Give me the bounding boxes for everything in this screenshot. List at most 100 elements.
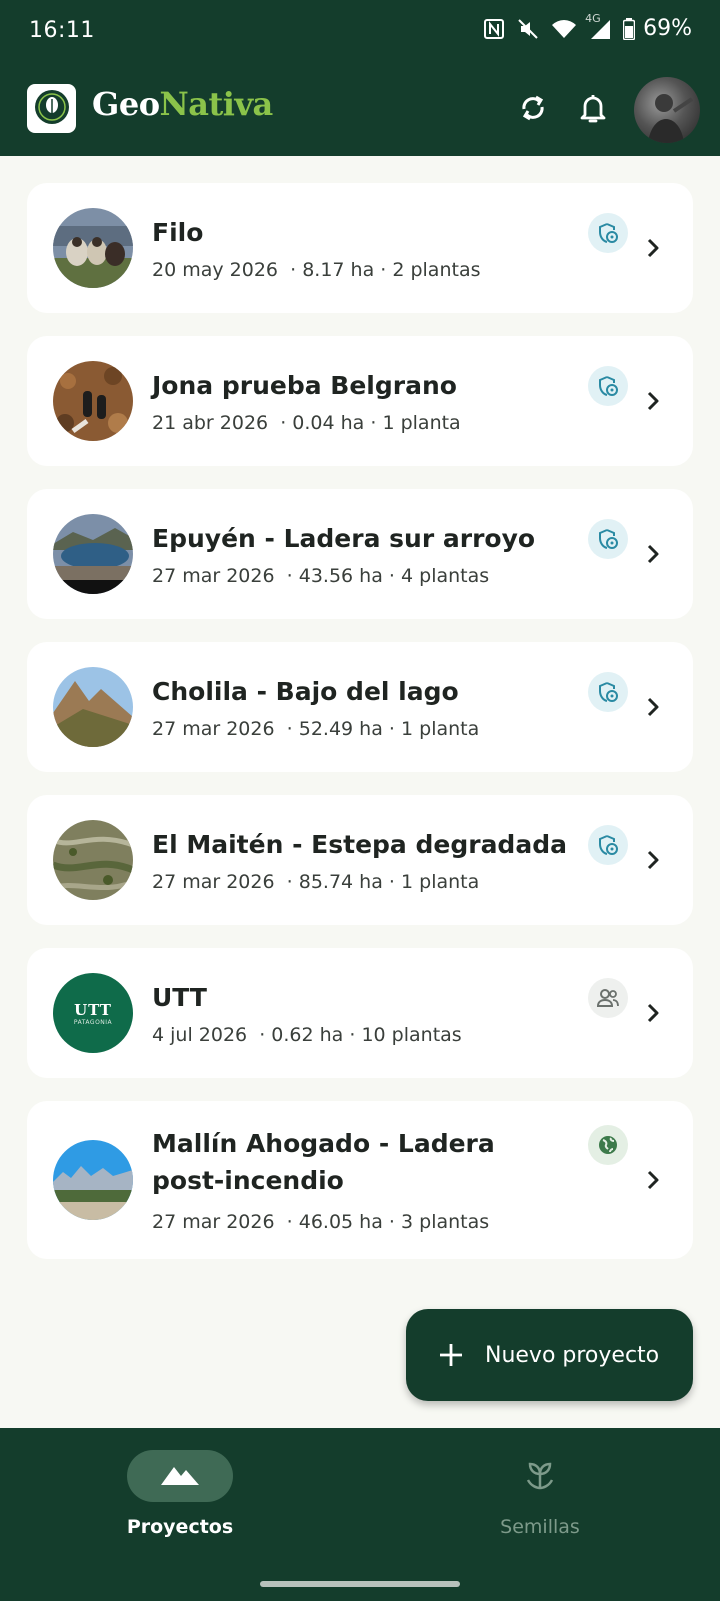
project-title: El Maitén - Estepa degradada: [152, 830, 567, 859]
nav-pill: [487, 1450, 593, 1502]
home-indicator: [260, 1581, 460, 1587]
public-globe-icon: [588, 1125, 628, 1165]
project-area: 0.62 ha: [271, 1024, 344, 1046]
project-card[interactable]: Jona prueba Belgrano 21 abr 2026 · 0.04 h…: [27, 336, 693, 466]
brand-geo: Geo: [92, 85, 160, 123]
nav-item-semillas[interactable]: Semillas: [440, 1450, 640, 1538]
chevron-right-icon[interactable]: [638, 692, 668, 722]
project-date: 27 mar 2026: [152, 1211, 275, 1233]
new-project-label: Nuevo proyecto: [485, 1342, 660, 1368]
project-title: Cholila - Bajo del lago: [152, 677, 459, 706]
project-thumbnail: [53, 820, 133, 900]
project-meta: 27 mar 2026 · 52.49 ha · 1 planta: [152, 718, 480, 740]
project-area: 8.17 ha: [302, 259, 375, 281]
project-date: 27 mar 2026: [152, 871, 275, 893]
private-shield-icon: [588, 672, 628, 712]
chevron-right-icon[interactable]: [638, 1165, 668, 1195]
chevron-right-icon[interactable]: [638, 845, 668, 875]
new-project-button[interactable]: Nuevo proyecto: [406, 1309, 693, 1401]
project-thumbnail: UTT PATAGONIA: [53, 973, 133, 1053]
project-area: 43.56 ha: [298, 565, 383, 587]
chevron-right-icon[interactable]: [638, 233, 668, 263]
project-area: 85.74 ha: [298, 871, 383, 893]
project-card[interactable]: Filo 20 may 2026 · 8.17 ha · 2 plantas: [27, 183, 693, 313]
project-title: Filo: [152, 218, 204, 247]
mountains-icon: [161, 1463, 199, 1489]
project-date: 27 mar 2026: [152, 565, 275, 587]
project-meta: 27 mar 2026 · 46.05 ha · 3 plantas: [152, 1211, 490, 1233]
signal-icon: 4G: [585, 12, 611, 40]
shared-group-icon: [588, 978, 628, 1018]
private-shield-icon: [588, 366, 628, 406]
project-meta: 4 jul 2026 · 0.62 ha · 10 plantas: [152, 1024, 462, 1046]
battery-icon: [623, 17, 636, 40]
project-date: 20 may 2026: [152, 259, 279, 281]
user-avatar[interactable]: [634, 77, 700, 143]
project-title: Jona prueba Belgrano: [152, 371, 457, 400]
project-title: UTT: [152, 983, 207, 1012]
project-thumbnail: [53, 667, 133, 747]
project-title: Epuyén - Ladera sur arroyo: [152, 524, 536, 553]
private-shield-icon: [588, 825, 628, 865]
utt-logo-subtext: PATAGONIA: [73, 1018, 113, 1026]
nfc-icon: [483, 18, 505, 40]
project-area: 46.05 ha: [298, 1211, 383, 1233]
mute-icon: [517, 18, 539, 40]
project-plants: 10 plantas: [361, 1024, 462, 1046]
project-plants: 4 plantas: [401, 565, 490, 587]
bottom-navigation: Proyectos Semillas: [0, 1428, 720, 1601]
project-meta: 21 abr 2026 · 0.04 ha · 1 planta: [152, 412, 461, 434]
tree-logo-icon: [33, 88, 71, 130]
sprout-icon: [522, 1456, 558, 1496]
project-card[interactable]: El Maitén - Estepa degradada 27 mar 2026 …: [27, 795, 693, 925]
project-plants: 1 planta: [382, 412, 461, 434]
project-thumbnail: [53, 514, 133, 594]
project-card[interactable]: UTT PATAGONIA UTT 4 jul 2026 · 0.62 ha · 10…: [27, 948, 693, 1078]
sync-button[interactable]: [511, 88, 555, 132]
status-icons: 4G 69%: [483, 12, 692, 41]
project-title: Mallín Ahogado - Ladera post-incendio: [152, 1129, 495, 1195]
project-card[interactable]: Epuyén - Ladera sur arroyo 27 mar 2026 · …: [27, 489, 693, 619]
nav-pill-active: [127, 1450, 233, 1502]
project-date: 21 abr 2026: [152, 412, 269, 434]
project-area: 0.04 ha: [292, 412, 365, 434]
private-shield-icon: [588, 213, 628, 253]
project-meta: 27 mar 2026 · 43.56 ha · 4 plantas: [152, 565, 490, 587]
project-thumbnail: [53, 208, 133, 288]
project-plants: 2 plantas: [392, 259, 481, 281]
project-card[interactable]: Mallín Ahogado - Ladera post-incendio 27 …: [27, 1101, 693, 1259]
project-thumbnail: [53, 361, 133, 441]
battery-percent: 69%: [643, 16, 692, 41]
nav-label-semillas: Semillas: [500, 1516, 580, 1538]
app-bar: GeoNativa: [0, 64, 720, 156]
project-thumbnail: [53, 1140, 133, 1220]
project-list: Filo 20 may 2026 · 8.17 ha · 2 plantas Jon…: [0, 156, 720, 1428]
project-meta: 20 may 2026 · 8.17 ha · 2 plantas: [152, 259, 481, 281]
utt-logo-text: UTT: [74, 1000, 112, 1019]
bell-icon: [578, 92, 608, 128]
project-plants: 1 planta: [401, 718, 480, 740]
project-date: 27 mar 2026: [152, 718, 275, 740]
nav-label-proyectos: Proyectos: [126, 1516, 234, 1538]
network-type: 4G: [585, 11, 601, 25]
status-time: 16:11: [29, 18, 95, 43]
sync-icon: [517, 92, 549, 128]
chevron-right-icon[interactable]: [638, 539, 668, 569]
notifications-button[interactable]: [571, 88, 615, 132]
brand-nativa: Nativa: [159, 85, 274, 123]
project-date: 4 jul 2026: [152, 1024, 248, 1046]
chevron-right-icon[interactable]: [638, 386, 668, 416]
nav-item-proyectos[interactable]: Proyectos: [80, 1450, 280, 1538]
app-brand: GeoNativa: [92, 85, 273, 123]
status-bar: 16:11 4G 69%: [0, 0, 720, 64]
app-logo: [27, 84, 76, 133]
project-card[interactable]: Cholila - Bajo del lago 27 mar 2026 · 52.…: [27, 642, 693, 772]
project-plants: 3 plantas: [401, 1211, 490, 1233]
project-plants: 1 planta: [401, 871, 480, 893]
plus-icon: [439, 1343, 463, 1367]
chevron-right-icon[interactable]: [638, 998, 668, 1028]
project-meta: 27 mar 2026 · 85.74 ha · 1 planta: [152, 871, 480, 893]
wifi-icon: [551, 19, 577, 39]
project-area: 52.49 ha: [298, 718, 383, 740]
private-shield-icon: [588, 519, 628, 559]
